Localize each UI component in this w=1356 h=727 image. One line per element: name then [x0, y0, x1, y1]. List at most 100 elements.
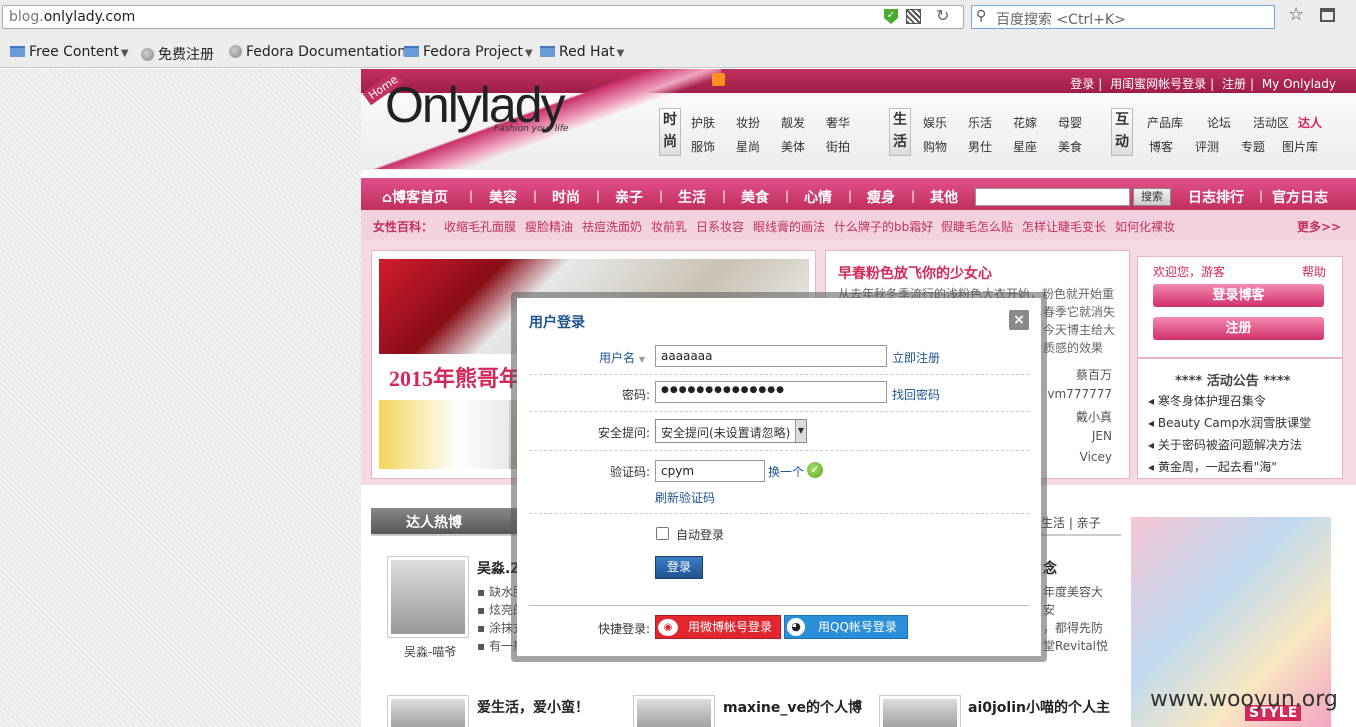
- login-blog-button[interactable]: 登录博客: [1153, 284, 1324, 307]
- avatar[interactable]: [879, 695, 961, 727]
- username-input[interactable]: aaaaaaa: [655, 345, 887, 367]
- top-link-guimi-login[interactable]: 用闺蜜网帐号登录: [1110, 77, 1206, 91]
- category-item[interactable]: 美食: [1058, 138, 1082, 155]
- search-input[interactable]: 百度搜索 <Ctrl+K>: [971, 5, 1275, 29]
- qr-code-icon[interactable]: [906, 9, 921, 24]
- author-name[interactable]: JEN: [1092, 429, 1112, 443]
- register-link[interactable]: 立即注册: [892, 349, 940, 366]
- bookmark-free-content[interactable]: Free Content ▼: [10, 44, 129, 60]
- nav-mood[interactable]: 心情: [804, 187, 832, 207]
- encyclopedia-link[interactable]: 收缩毛孔面膜: [444, 218, 516, 235]
- nav-home[interactable]: ⌂博客首页: [382, 187, 448, 207]
- nav-beauty[interactable]: 美容: [489, 187, 517, 207]
- category-item[interactable]: 母婴: [1058, 114, 1082, 131]
- category-item[interactable]: 星座: [1013, 138, 1037, 155]
- change-captcha-link[interactable]: 换一个: [768, 463, 804, 480]
- avatar[interactable]: [633, 695, 715, 727]
- nav-search-button[interactable]: 搜索: [1133, 188, 1171, 206]
- captcha-input[interactable]: cpym: [655, 460, 765, 482]
- encyclopedia-link[interactable]: 假睫毛怎么贴: [941, 218, 1013, 235]
- reader-view-icon[interactable]: [1320, 8, 1335, 22]
- category-item[interactable]: 靓发: [781, 114, 805, 131]
- find-password-link[interactable]: 找回密码: [892, 386, 940, 403]
- security-question-select[interactable]: 安全提问(未设置请忽略): [655, 419, 807, 443]
- password-input[interactable]: ●●●●●●●●●●●●●●: [655, 381, 887, 403]
- category-item[interactable]: 娱乐: [923, 114, 947, 131]
- category-item[interactable]: 美体: [781, 138, 805, 155]
- category-item[interactable]: 服饰: [691, 138, 715, 155]
- category-item[interactable]: 论坛: [1207, 114, 1231, 131]
- encyclopedia-link[interactable]: 祛痘洗面奶: [582, 218, 642, 235]
- auto-login-label[interactable]: 自动登录: [676, 526, 724, 543]
- help-link[interactable]: 帮助: [1302, 263, 1326, 280]
- category-item[interactable]: 购物: [923, 138, 947, 155]
- category-item[interactable]: 护肤: [691, 114, 715, 131]
- blog-title[interactable]: ai0jolin小喵的个人主: [968, 697, 1110, 717]
- author-name[interactable]: vm777777: [1047, 387, 1112, 401]
- slide-title[interactable]: 2015年熊哥年: [389, 361, 521, 393]
- category-item[interactable]: 妆扮: [736, 114, 760, 131]
- notice-item[interactable]: ◂ 关于密码被盗问题解决方法: [1148, 436, 1302, 453]
- blogger-name[interactable]: 吴淼-喵爷: [404, 643, 456, 660]
- nav-life[interactable]: 生活: [678, 187, 706, 207]
- category-item[interactable]: 博客: [1149, 138, 1173, 155]
- article-title[interactable]: 早春粉色放飞你的少女心: [838, 263, 992, 283]
- reload-icon[interactable]: ↻: [936, 6, 949, 25]
- category-item[interactable]: 产品库: [1147, 114, 1183, 131]
- author-name[interactable]: 戴小真: [1076, 408, 1112, 425]
- avatar[interactable]: [387, 695, 469, 727]
- refresh-captcha-link[interactable]: 刷新验证码: [655, 489, 715, 506]
- nav-search-input[interactable]: [975, 188, 1130, 206]
- category-item[interactable]: 街拍: [826, 138, 850, 155]
- blog-title[interactable]: maxine_ve的个人博: [723, 697, 862, 717]
- category-item[interactable]: 图片库: [1282, 138, 1318, 155]
- nav-parenting[interactable]: 亲子: [615, 187, 643, 207]
- notice-item[interactable]: ◂ Beauty Camp水润雪肤课堂: [1148, 414, 1311, 431]
- encyclopedia-link[interactable]: 瘦脸精油: [525, 218, 573, 235]
- category-item[interactable]: 男仕: [968, 138, 992, 155]
- bookmark-register[interactable]: 免费注册: [141, 44, 214, 64]
- encyclopedia-link[interactable]: 如何化裸妆: [1115, 218, 1175, 235]
- author-name[interactable]: 蔡百万: [1076, 366, 1112, 383]
- username-label[interactable]: 用户名 ▼: [545, 349, 645, 366]
- auto-login-checkbox[interactable]: [656, 527, 669, 540]
- encyclopedia-link[interactable]: 眼线膏的画法: [753, 218, 825, 235]
- encyclopedia-link[interactable]: 什么牌子的bb霜好: [834, 218, 933, 235]
- category-item[interactable]: 乐活: [968, 114, 992, 131]
- nav-fashion[interactable]: 时尚: [552, 187, 580, 207]
- avatar[interactable]: [387, 556, 469, 638]
- encyclopedia-link[interactable]: 日系妆容: [696, 218, 744, 235]
- music-icon[interactable]: [712, 73, 725, 86]
- top-link-login[interactable]: 登录: [1070, 77, 1094, 91]
- category-item[interactable]: 星尚: [736, 138, 760, 155]
- category-item[interactable]: 达人: [1298, 114, 1322, 131]
- encyclopedia-link[interactable]: 怎样让睫毛变长: [1022, 218, 1106, 235]
- category-item[interactable]: 活动区: [1253, 114, 1289, 131]
- register-button[interactable]: 注册: [1153, 317, 1324, 340]
- top-link-my-onlylady[interactable]: My Onlylady: [1262, 77, 1336, 91]
- nav-other[interactable]: 其他: [930, 187, 958, 207]
- encyclopedia-more-link[interactable]: 更多>>: [1297, 218, 1341, 235]
- category-item[interactable]: 花嫁: [1013, 114, 1037, 131]
- top-link-register[interactable]: 注册: [1222, 77, 1246, 91]
- close-icon[interactable]: ×: [1009, 310, 1029, 330]
- tabs-right[interactable]: 生活 | 亲子: [1041, 514, 1101, 531]
- chevron-down-icon[interactable]: ▼: [795, 420, 806, 442]
- notice-item[interactable]: ◂ 黄金周，一起去看"海": [1148, 458, 1277, 475]
- nav-official-log[interactable]: 官方日志: [1272, 187, 1328, 207]
- category-item[interactable]: 奢华: [826, 114, 850, 131]
- author-name[interactable]: Vicey: [1080, 450, 1112, 464]
- nav-food[interactable]: 美食: [741, 187, 769, 207]
- category-item[interactable]: 专题: [1241, 138, 1265, 155]
- blog-title[interactable]: 爱生活，爱小蛮！: [477, 697, 589, 717]
- bookmark-star-icon[interactable]: ☆: [1288, 4, 1304, 25]
- login-submit-button[interactable]: 登录: [655, 556, 703, 579]
- notice-item[interactable]: ◂ 寒冬身体护理召集令: [1148, 392, 1266, 409]
- encyclopedia-link[interactable]: 妆前乳: [651, 218, 687, 235]
- nav-log-ranking[interactable]: 日志排行: [1188, 187, 1244, 207]
- tab-hot-blogs[interactable]: 达人热博: [371, 508, 521, 535]
- bookmark-fedora-project[interactable]: Fedora Project ▼: [404, 44, 533, 60]
- category-item[interactable]: 评测: [1195, 138, 1219, 155]
- bookmark-red-hat[interactable]: Red Hat ▼: [540, 44, 624, 60]
- url-field[interactable]: blog.onlylady.com: [2, 5, 964, 29]
